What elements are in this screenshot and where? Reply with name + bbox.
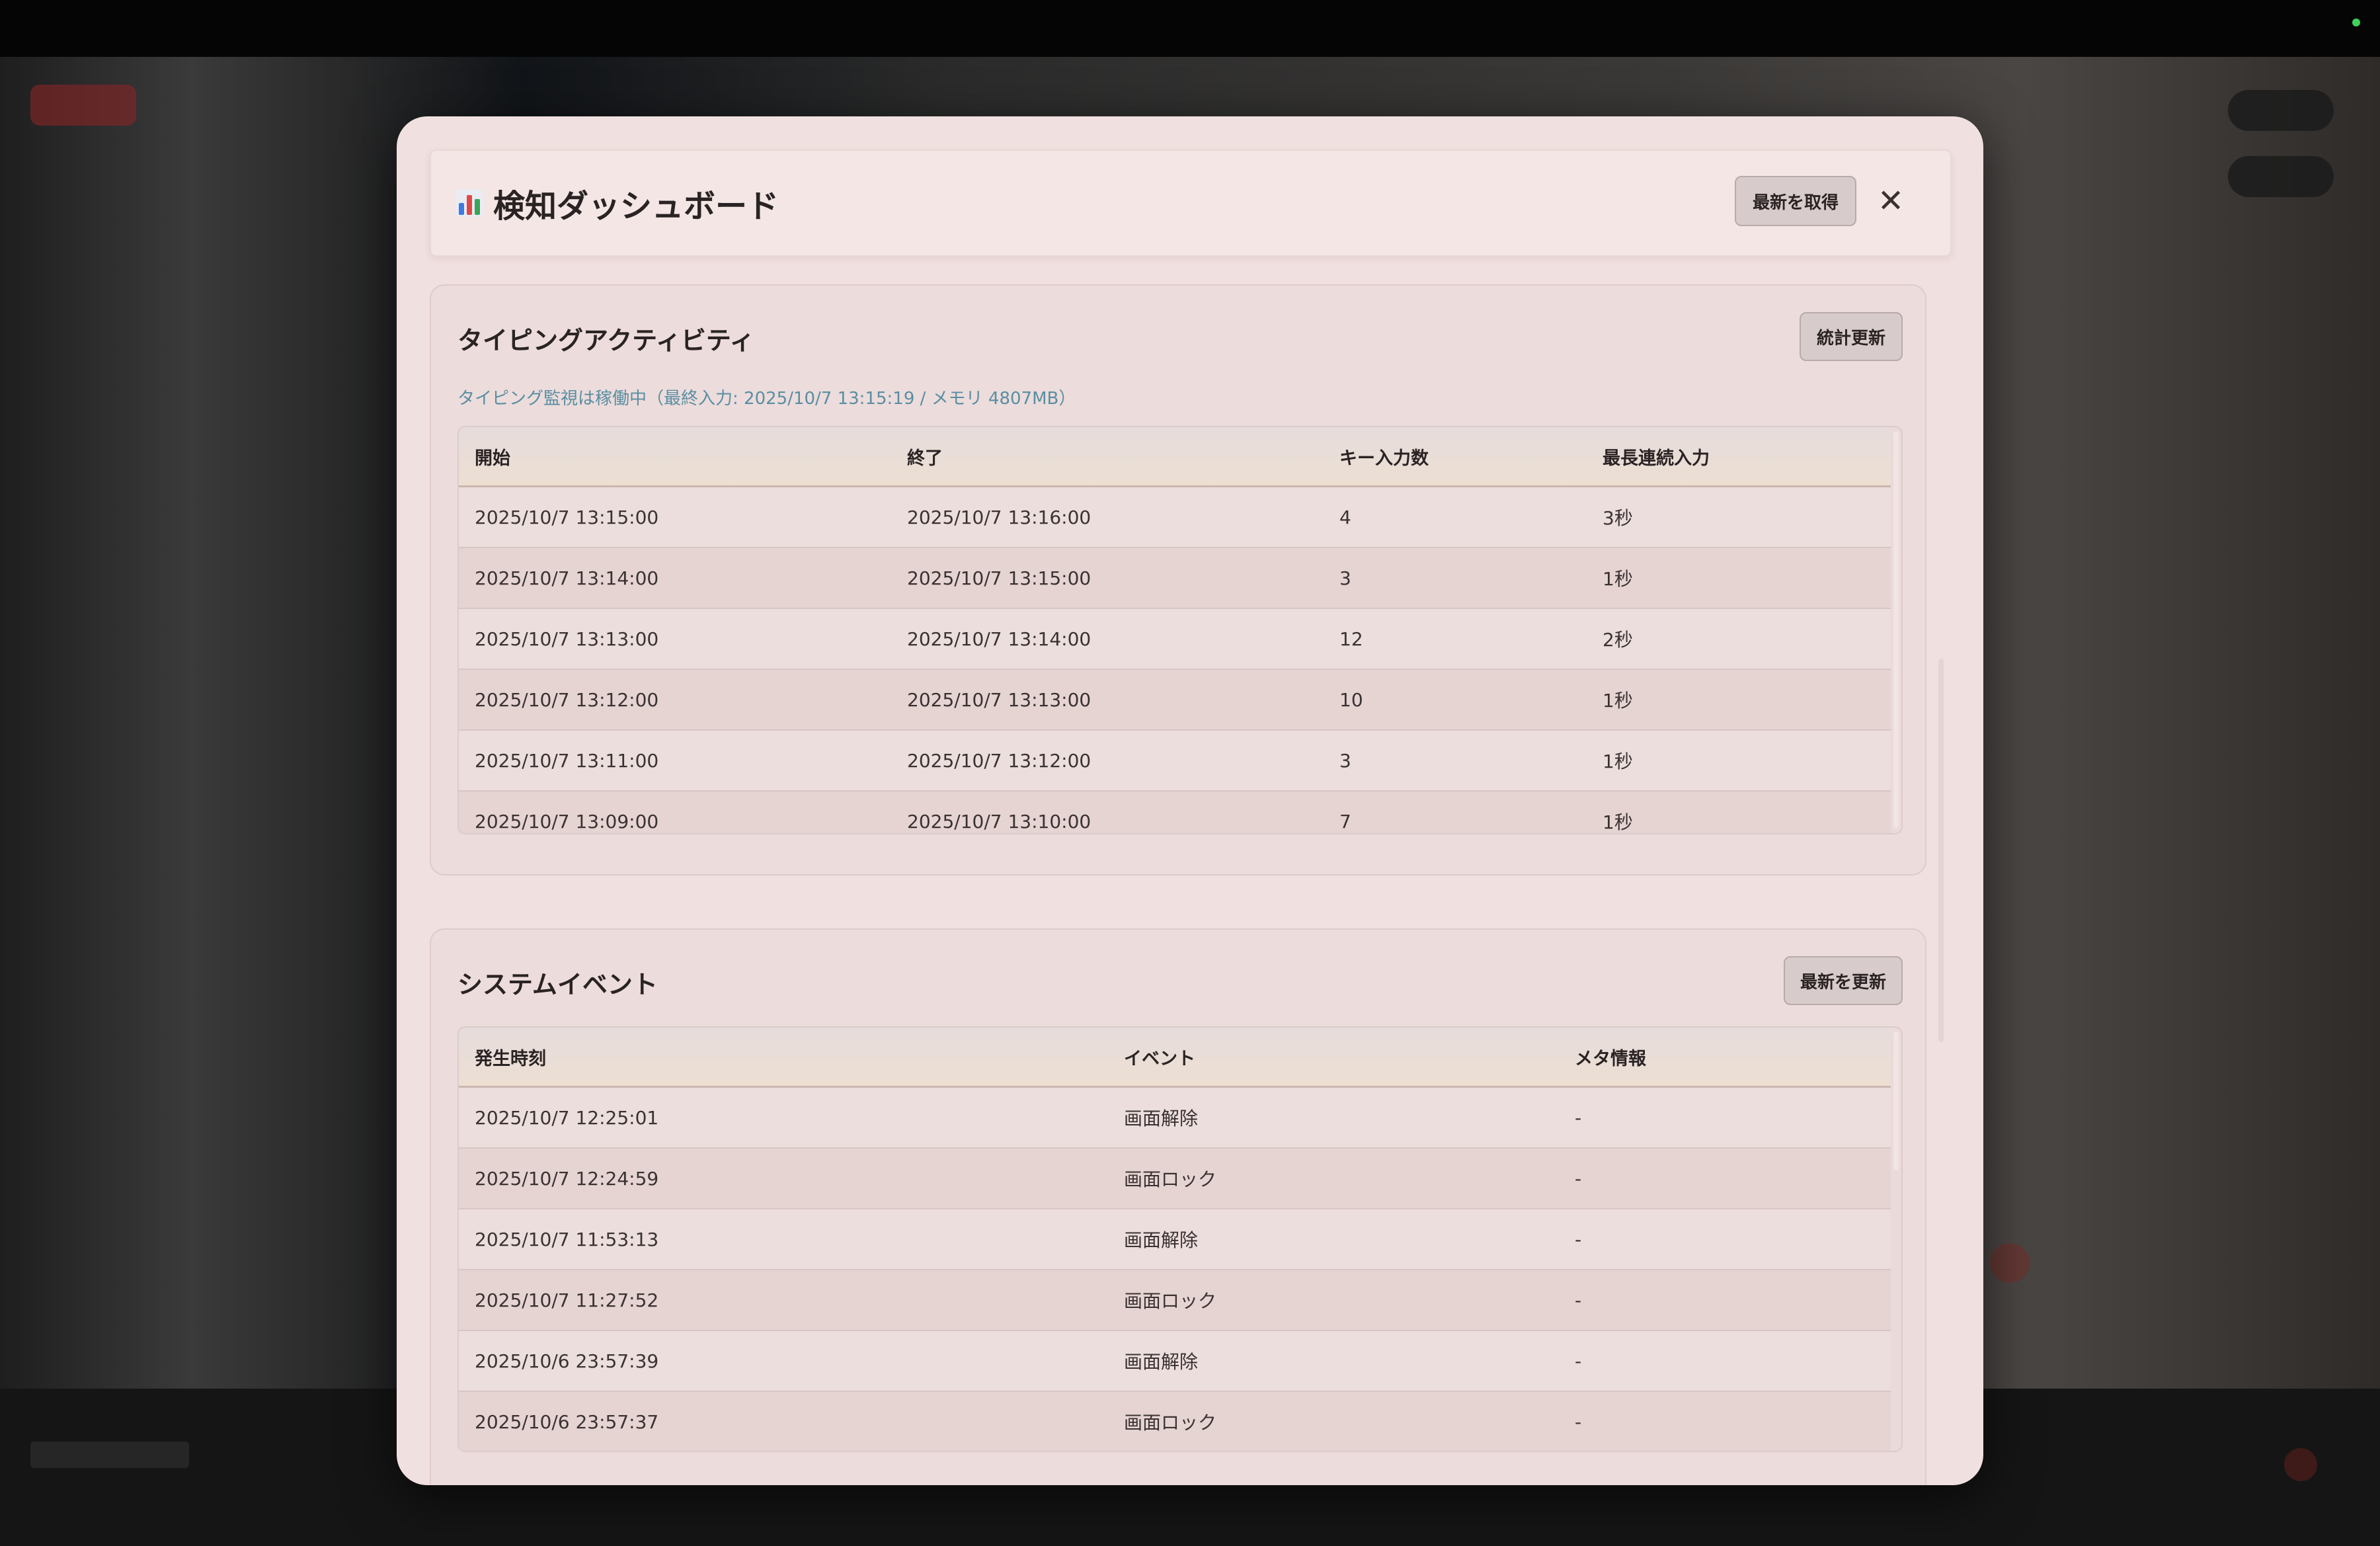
bar-chart-icon bbox=[456, 189, 483, 217]
table-header-row: 発生時刻 イベント メタ情報 bbox=[459, 1028, 1891, 1088]
cell-longest-streak: 1秒 bbox=[1587, 730, 1891, 792]
cell-event: 画面解除 bbox=[1108, 1330, 1559, 1392]
typing-status-text: タイピング監視は稼働中（最終入力: 2025/10/7 13:15:19 / メ… bbox=[457, 389, 1076, 409]
blurred-control-2 bbox=[2228, 156, 2334, 197]
table-row: 2025/10/7 13:15:00 2025/10/7 13:16:00 4 … bbox=[459, 486, 1891, 548]
cell-time: 2025/10/6 23:57:37 bbox=[459, 1391, 1108, 1451]
update-stats-button[interactable]: 統計更新 bbox=[1800, 312, 1903, 361]
cell-time: 2025/10/7 11:27:52 bbox=[459, 1270, 1108, 1331]
cell-keystrokes: 7 bbox=[1324, 791, 1587, 833]
column-header-start: 開始 bbox=[459, 427, 891, 487]
cell-end: 2025/10/7 13:13:00 bbox=[891, 669, 1324, 731]
cell-longest-streak: 1秒 bbox=[1587, 791, 1891, 833]
cell-start: 2025/10/7 13:11:00 bbox=[459, 730, 891, 792]
typing-activity-card: タイピングアクティビティ 統計更新 タイピング監視は稼働中（最終入力: 2025… bbox=[430, 284, 1926, 875]
cell-meta: - bbox=[1559, 1391, 1891, 1451]
blurred-name-label bbox=[30, 1442, 189, 1468]
fetch-latest-button[interactable]: 最新を取得 bbox=[1735, 176, 1856, 226]
blurred-red-element bbox=[1990, 1243, 2030, 1283]
camera-indicator-dot bbox=[2352, 19, 2360, 26]
cell-keystrokes: 4 bbox=[1324, 486, 1587, 548]
update-latest-button[interactable]: 最新を更新 bbox=[1784, 956, 1903, 1005]
page-title: 検知ダッシュボード bbox=[456, 151, 779, 255]
blurred-red-element-2 bbox=[2284, 1448, 2317, 1481]
system-events-card: システムイベント 最新を更新 発生時刻 イベント メタ情報 2025/10/7 … bbox=[430, 928, 1926, 1485]
typing-table-container[interactable]: 開始 終了 キー入力数 最長連続入力 2025/10/7 13:15:00 20… bbox=[457, 426, 1903, 834]
cell-keystrokes: 3 bbox=[1324, 730, 1587, 792]
cell-longest-streak: 1秒 bbox=[1587, 548, 1891, 609]
modal-scrollbar[interactable] bbox=[1938, 659, 1944, 1042]
table-row: 2025/10/7 13:12:00 2025/10/7 13:13:00 10… bbox=[459, 669, 1891, 731]
dashboard-modal: 検知ダッシュボード 最新を取得 ✕ タイピングアクティビティ 統計更新 タイピン… bbox=[397, 116, 1983, 1485]
cell-start: 2025/10/7 13:14:00 bbox=[459, 548, 891, 609]
cell-end: 2025/10/7 13:10:00 bbox=[891, 791, 1324, 833]
blurred-record-badge bbox=[30, 85, 136, 126]
cell-meta: - bbox=[1559, 1209, 1891, 1270]
cell-event: 画面ロック bbox=[1108, 1270, 1559, 1331]
cell-end: 2025/10/7 13:16:00 bbox=[891, 486, 1324, 548]
cell-start: 2025/10/7 13:09:00 bbox=[459, 791, 891, 833]
cell-longest-streak: 3秒 bbox=[1587, 486, 1891, 548]
blurred-control-1 bbox=[2228, 90, 2334, 131]
table-row: 2025/10/7 12:24:59 画面ロック - bbox=[459, 1148, 1891, 1209]
column-header-end: 終了 bbox=[891, 427, 1324, 487]
table-row: 2025/10/6 23:57:39 画面解除 - bbox=[459, 1330, 1891, 1392]
cell-time: 2025/10/7 12:24:59 bbox=[459, 1148, 1108, 1209]
column-header-longest-streak: 最長連続入力 bbox=[1587, 427, 1891, 487]
cell-end: 2025/10/7 13:14:00 bbox=[891, 608, 1324, 670]
cell-event: 画面解除 bbox=[1108, 1209, 1559, 1270]
cell-meta: - bbox=[1559, 1270, 1891, 1331]
modal-header: 検知ダッシュボード 最新を取得 ✕ bbox=[430, 149, 1952, 257]
cell-longest-streak: 2秒 bbox=[1587, 608, 1891, 670]
cell-start: 2025/10/7 13:15:00 bbox=[459, 486, 891, 548]
cell-start: 2025/10/7 13:13:00 bbox=[459, 608, 891, 670]
top-bar bbox=[0, 0, 2380, 57]
cell-start: 2025/10/7 13:12:00 bbox=[459, 669, 891, 731]
cell-end: 2025/10/7 13:12:00 bbox=[891, 730, 1324, 792]
table-row: 2025/10/7 13:11:00 2025/10/7 13:12:00 3 … bbox=[459, 730, 1891, 792]
cell-event: 画面解除 bbox=[1108, 1086, 1559, 1149]
table-row: 2025/10/7 13:14:00 2025/10/7 13:15:00 3 … bbox=[459, 548, 1891, 609]
table-row: 2025/10/7 11:53:13 画面解除 - bbox=[459, 1209, 1891, 1270]
page-title-text: 検知ダッシュボード bbox=[493, 188, 779, 225]
column-header-meta: メタ情報 bbox=[1559, 1028, 1891, 1088]
column-header-event: イベント bbox=[1108, 1028, 1559, 1088]
cell-time: 2025/10/7 12:25:01 bbox=[459, 1086, 1108, 1149]
table-row: 2025/10/7 13:13:00 2025/10/7 13:14:00 12… bbox=[459, 608, 1891, 670]
table-row: 2025/10/7 11:27:52 画面ロック - bbox=[459, 1270, 1891, 1331]
column-header-time: 発生時刻 bbox=[459, 1028, 1108, 1088]
cell-time: 2025/10/6 23:57:39 bbox=[459, 1330, 1108, 1392]
events-table-scrollbar[interactable] bbox=[1893, 1032, 1899, 1170]
cell-keystrokes: 10 bbox=[1324, 669, 1587, 731]
cell-meta: - bbox=[1559, 1330, 1891, 1392]
cell-time: 2025/10/7 11:53:13 bbox=[459, 1209, 1108, 1270]
typing-table: 開始 終了 キー入力数 最長連続入力 2025/10/7 13:15:00 20… bbox=[459, 427, 1891, 833]
column-header-keystrokes: キー入力数 bbox=[1324, 427, 1587, 487]
table-row: 2025/10/7 12:25:01 画面解除 - bbox=[459, 1086, 1891, 1149]
events-table: 発生時刻 イベント メタ情報 2025/10/7 12:25:01 画面解除 -… bbox=[459, 1028, 1891, 1451]
cell-meta: - bbox=[1559, 1086, 1891, 1149]
cell-keystrokes: 12 bbox=[1324, 608, 1587, 670]
cell-meta: - bbox=[1559, 1148, 1891, 1209]
typing-activity-title: タイピングアクティビティ bbox=[457, 326, 755, 355]
cell-event: 画面ロック bbox=[1108, 1391, 1559, 1451]
events-table-container[interactable]: 発生時刻 イベント メタ情報 2025/10/7 12:25:01 画面解除 -… bbox=[457, 1026, 1903, 1452]
system-events-title: システムイベント bbox=[457, 970, 658, 999]
typing-table-scrollbar[interactable] bbox=[1893, 431, 1899, 828]
cell-longest-streak: 1秒 bbox=[1587, 669, 1891, 731]
close-icon[interactable]: ✕ bbox=[1871, 175, 1911, 227]
table-header-row: 開始 終了 キー入力数 最長連続入力 bbox=[459, 427, 1891, 487]
cell-event: 画面ロック bbox=[1108, 1148, 1559, 1209]
table-row: 2025/10/7 13:09:00 2025/10/7 13:10:00 7 … bbox=[459, 791, 1891, 833]
cell-end: 2025/10/7 13:15:00 bbox=[891, 548, 1324, 609]
cell-keystrokes: 3 bbox=[1324, 548, 1587, 609]
table-row: 2025/10/6 23:57:37 画面ロック - bbox=[459, 1391, 1891, 1451]
